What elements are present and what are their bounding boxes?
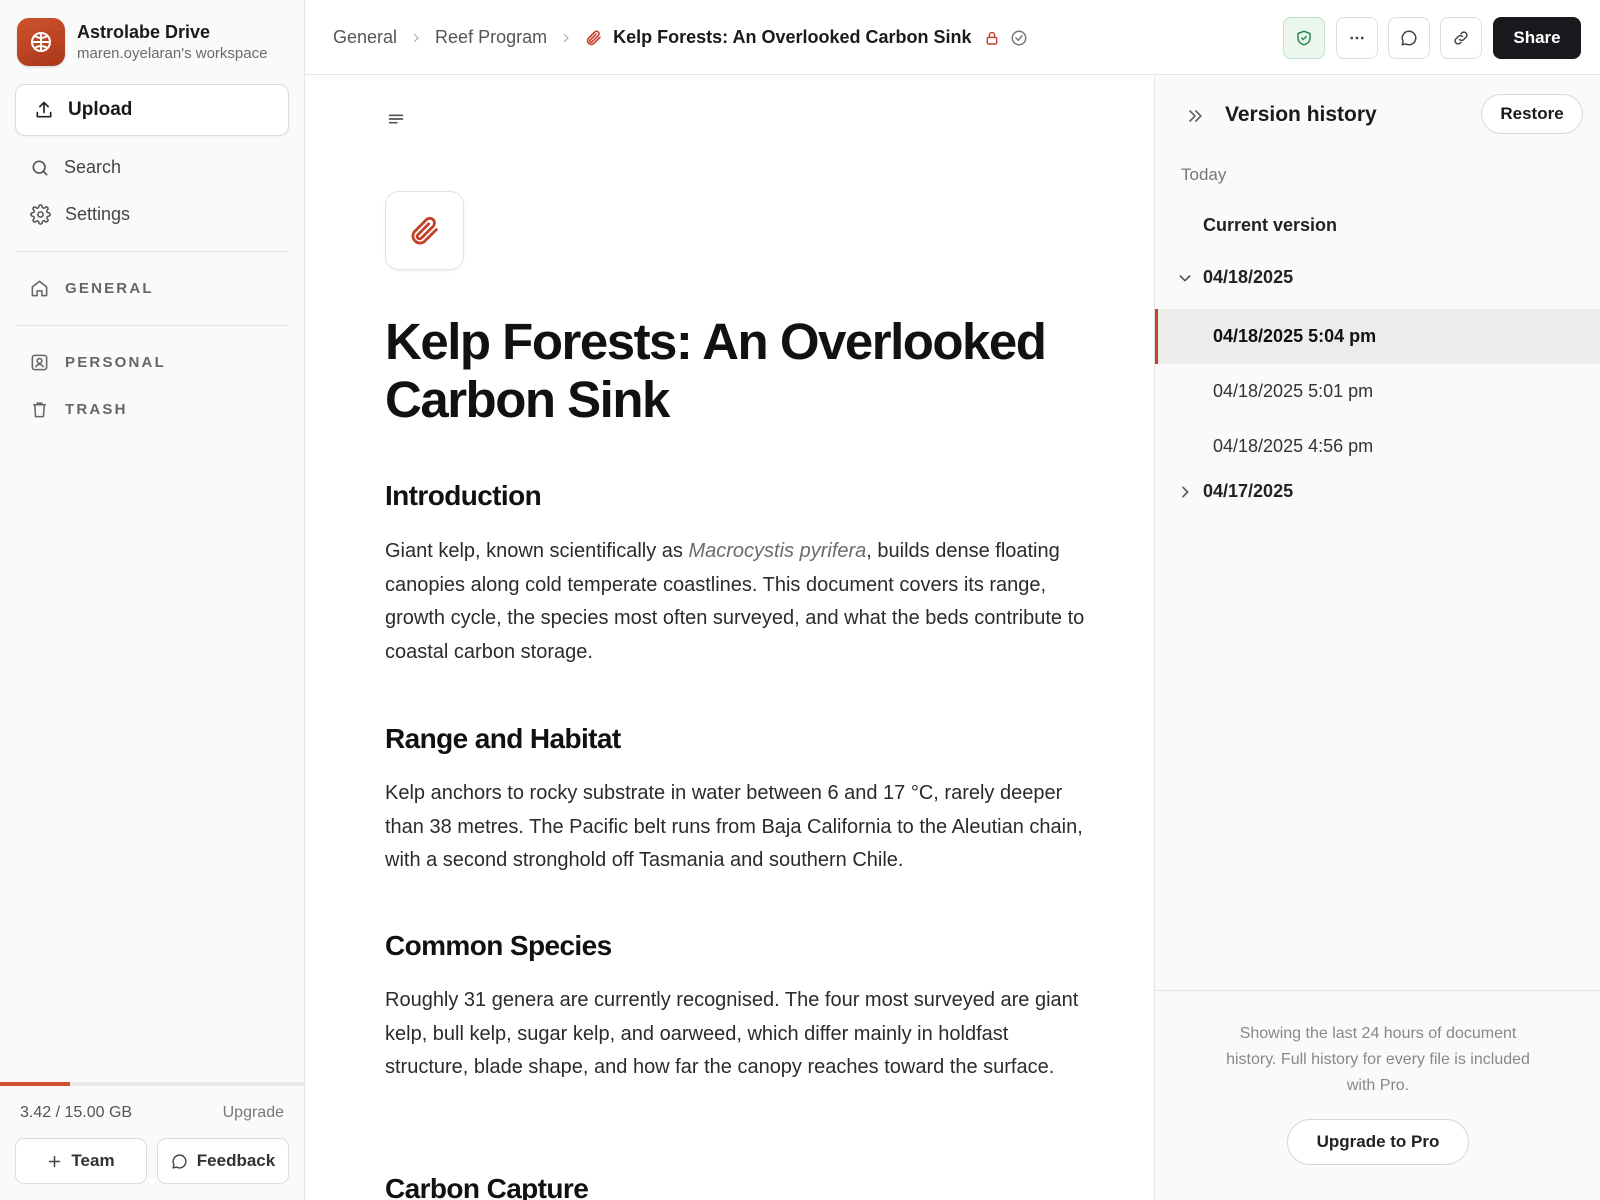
comment-icon	[171, 1153, 188, 1170]
version-history-panel: Version history Restore Today Current ve…	[1154, 75, 1600, 1200]
breadcrumb: General Reef Program Kelp Forests: An Ov…	[333, 0, 1028, 75]
chevrons-right-icon	[1185, 106, 1205, 126]
version-history-title: Version history	[1225, 103, 1377, 126]
version-group-04-18[interactable]: 04/18/2025	[1177, 267, 1293, 288]
check-circle-icon	[1010, 29, 1028, 47]
team-label: Team	[71, 1151, 115, 1170]
home-icon	[30, 279, 49, 298]
history-limit-note: Showing the last 24 hours of document hi…	[1226, 1025, 1530, 1094]
search-icon	[30, 158, 50, 178]
paragraph-range-habitat[interactable]: Kelp anchors to rocky substrate in water…	[385, 777, 1085, 878]
breadcrumb-current-doc[interactable]: Kelp Forests: An Overlooked Carbon Sink	[585, 27, 972, 48]
paragraph-introduction[interactable]: Giant kelp, known scientifically as Macr…	[385, 535, 1085, 669]
upgrade-to-pro-button[interactable]: Upgrade to Pro	[1287, 1119, 1469, 1165]
restore-button[interactable]: Restore	[1481, 94, 1583, 134]
workspace-switcher[interactable]: Astrolabe Drive maren.oyelaran's workspa…	[17, 18, 267, 66]
sidebar-item-settings[interactable]: Settings	[30, 204, 130, 225]
intro-italic-term: Macrocystis pyrifera	[688, 540, 867, 562]
storage-bar	[0, 1082, 305, 1086]
heading-common-species[interactable]: Common Species	[385, 930, 612, 962]
workspace-subtitle: maren.oyelaran's workspace	[77, 45, 268, 62]
heading-range-habitat[interactable]: Range and Habitat	[385, 723, 621, 755]
version-entry[interactable]: 04/18/2025 5:01 pm	[1155, 364, 1600, 419]
version-group-04-17[interactable]: 04/17/2025	[1177, 481, 1293, 502]
breadcrumb-doc-title: Kelp Forests: An Overlooked Carbon Sink	[613, 27, 972, 47]
version-group-date: 04/18/2025	[1203, 267, 1294, 287]
feedback-button[interactable]: Feedback	[157, 1138, 289, 1184]
paperclip-icon	[408, 214, 442, 248]
upload-button[interactable]: Upload	[15, 84, 289, 136]
paragraph-common-species[interactable]: Roughly 31 genera are currently recognis…	[385, 984, 1085, 1085]
trash-icon	[30, 400, 49, 419]
version-entry[interactable]: 04/18/2025 4:56 pm	[1155, 419, 1600, 474]
copy-link-button[interactable]	[1440, 17, 1482, 59]
sidebar-section-trash[interactable]: TRASH	[30, 400, 128, 419]
upgrade-link[interactable]: Upgrade	[223, 1104, 284, 1122]
section-personal-label: PERSONAL	[65, 354, 166, 371]
storage-bar-fill	[0, 1082, 70, 1086]
plus-icon	[47, 1154, 62, 1169]
collapse-panel-button[interactable]	[1185, 106, 1205, 126]
version-history-footer: Showing the last 24 hours of document hi…	[1155, 990, 1600, 1200]
team-button[interactable]: Team	[15, 1138, 147, 1184]
version-group-date: 04/17/2025	[1203, 481, 1294, 501]
current-version-item[interactable]: Current version	[1203, 215, 1337, 236]
sidebar-divider	[15, 325, 289, 326]
sidebar-section-personal[interactable]: PERSONAL	[30, 353, 166, 372]
version-entry-selected[interactable]: 04/18/2025 5:04 pm	[1155, 309, 1600, 364]
settings-label: Settings	[65, 204, 131, 224]
document-editor: Kelp Forests: An Overlooked Carbon Sink …	[305, 75, 1154, 1200]
section-trash-label: TRASH	[65, 401, 128, 418]
comment-icon	[1400, 29, 1418, 47]
shield-check-icon	[1295, 29, 1313, 47]
today-label: Today	[1181, 165, 1227, 184]
sidebar-divider	[15, 251, 289, 252]
more-icon	[1348, 29, 1366, 47]
comments-button[interactable]	[1388, 17, 1430, 59]
top-bar: General Reef Program Kelp Forests: An Ov…	[305, 0, 1600, 75]
section-general-label: GENERAL	[65, 280, 154, 297]
feedback-label: Feedback	[196, 1151, 276, 1170]
sidebar-item-search[interactable]: Search	[30, 157, 121, 178]
chevron-right-icon	[1177, 484, 1193, 500]
sidebar-section-general[interactable]: GENERAL	[30, 279, 154, 298]
storage-usage: 3.42 / 15.00 GB	[20, 1104, 133, 1121]
gear-icon	[30, 204, 51, 225]
outline-toggle-button[interactable]	[385, 108, 407, 130]
more-options-button[interactable]	[1336, 17, 1378, 59]
breadcrumb-general[interactable]: General	[333, 27, 397, 48]
paperclip-icon	[585, 29, 603, 47]
share-button[interactable]: Share	[1493, 17, 1581, 59]
chevron-down-icon	[1177, 270, 1193, 286]
breadcrumb-reef-program[interactable]: Reef Program	[435, 27, 547, 48]
intro-text-before: Giant kelp, known scientifically as	[385, 540, 689, 562]
upload-icon	[34, 100, 54, 120]
user-square-icon	[30, 353, 49, 372]
globe-icon	[29, 30, 53, 54]
document-icon-tile[interactable]	[385, 191, 464, 270]
sidebar: Astrolabe Drive maren.oyelaran's workspa…	[0, 0, 305, 1200]
link-icon	[1452, 29, 1470, 47]
document-title[interactable]: Kelp Forests: An Overlooked Carbon Sink	[385, 313, 1065, 429]
search-label: Search	[64, 157, 122, 177]
security-button[interactable]	[1283, 17, 1325, 59]
workspace-name: Astrolabe Drive	[77, 22, 211, 42]
heading-introduction[interactable]: Introduction	[385, 480, 542, 512]
upload-label: Upload	[68, 99, 133, 120]
text-align-icon	[385, 108, 407, 130]
lock-icon	[984, 30, 1000, 46]
workspace-logo	[17, 18, 65, 66]
heading-carbon-capture[interactable]: Carbon Capture	[385, 1173, 589, 1200]
chevron-right-icon	[410, 32, 422, 44]
chevron-right-icon	[560, 32, 572, 44]
